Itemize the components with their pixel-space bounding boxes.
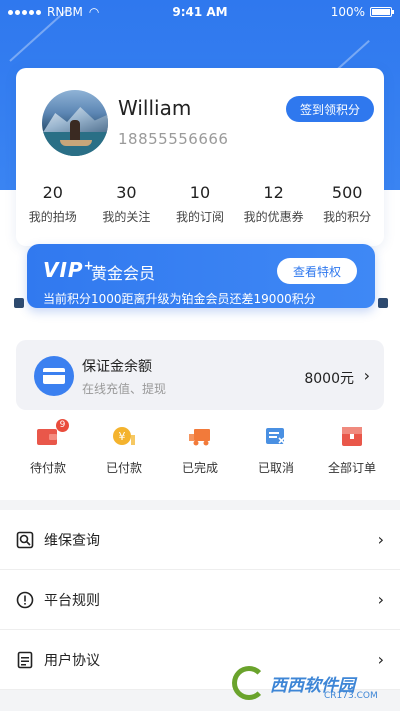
order-label: 已完成 [181, 461, 218, 475]
avatar[interactable] [42, 90, 108, 156]
stat-follows[interactable]: 30 我的关注 [92, 183, 160, 225]
search-icon [16, 531, 34, 549]
stat-auctions[interactable]: 20 我的拍场 [19, 183, 87, 225]
deposit-amount: 8000元 [304, 371, 354, 387]
profile-card: William 18855556666 签到领积分 20 我的拍场 30 我的关… [16, 68, 384, 246]
yen-coin-icon: ¥ [111, 425, 137, 447]
status-bar: RNBM ◠ 9:41 AM 100% [0, 0, 400, 24]
menu-label: 维保查询 [44, 532, 100, 549]
stat-value: 12 [263, 183, 284, 202]
vip-card[interactable]: VIP+ 黄金会员 查看特权 当前积分1000距离升级为铂金会员还差19000积… [27, 244, 375, 308]
stat-value: 10 [189, 183, 211, 202]
signal-icon [8, 9, 41, 15]
clock: 9:41 AM [172, 5, 228, 19]
battery-icon [370, 7, 394, 17]
order-label: 已取消 [257, 461, 294, 475]
menu-item-warranty-lookup[interactable]: 维保查询 › [0, 510, 400, 570]
pending-count-badge: 9 [56, 419, 69, 432]
stat-label: 我的积分 [323, 210, 372, 224]
checkin-button[interactable]: 签到领积分 [286, 96, 374, 122]
svg-text:¥: ¥ [119, 430, 126, 443]
vip-ribbon-right [378, 298, 388, 308]
watermark-sub: CR173.COM [324, 691, 378, 701]
order-completed[interactable]: 已完成 [166, 425, 234, 476]
battery-percent: 100% [330, 5, 365, 19]
order-status-row: 9 待付款 ¥ 已付款 已完成 已取消 全部订单 [0, 419, 400, 476]
deposit-title: 保证金余额 [82, 359, 152, 375]
stat-label: 我的优惠券 [243, 210, 304, 224]
chevron-right-icon: › [377, 590, 384, 609]
all-orders-icon [339, 425, 365, 447]
vip-progress-text: 当前积分1000距离升级为铂金会员还差19000积分 [43, 292, 316, 306]
stat-coupons[interactable]: 12 我的优惠券 [240, 183, 308, 225]
menu-label: 平台规则 [44, 592, 100, 609]
menu-item-platform-rules[interactable]: 平台规则 › [0, 570, 400, 630]
wifi-icon: ◠ [88, 5, 100, 19]
order-label: 已付款 [105, 461, 142, 475]
vip-level: 黄金会员 [91, 264, 156, 283]
vip-logo-text: VIP [43, 258, 84, 282]
stat-label: 我的订阅 [175, 210, 224, 224]
info-icon [16, 591, 34, 609]
deposit-balance-card[interactable]: 保证金余额 在线充值、提现 8000元 › [16, 340, 384, 410]
stat-subscriptions[interactable]: 10 我的订阅 [166, 183, 234, 225]
user-phone: 18855556666 [118, 130, 229, 148]
watermark-logo: 西西软件园 CR173.COM [232, 663, 384, 703]
vip-ribbon-left [14, 298, 24, 308]
document-icon [16, 651, 34, 669]
card-icon [34, 356, 74, 396]
stat-value: 20 [42, 183, 63, 202]
order-pending-payment[interactable]: 9 待付款 [14, 419, 82, 476]
user-name: William [118, 96, 192, 120]
order-label: 待付款 [29, 461, 66, 475]
order-label: 全部订单 [327, 461, 376, 475]
order-paid[interactable]: ¥ 已付款 [90, 425, 158, 476]
chevron-right-icon: › [377, 530, 384, 549]
cancel-order-icon [263, 425, 289, 447]
carrier-label: RNBM [47, 5, 83, 19]
truck-icon [187, 425, 213, 447]
order-cancelled[interactable]: 已取消 [242, 425, 310, 476]
watermark-c-icon [232, 666, 266, 700]
stats-row: 20 我的拍场 30 我的关注 10 我的订阅 12 我的优惠券 500 我的积… [16, 183, 384, 225]
vip-logo: VIP+ [43, 258, 95, 282]
stat-points[interactable]: 500 我的积分 [313, 183, 381, 225]
chevron-right-icon: › [363, 366, 370, 385]
view-privileges-button[interactable]: 查看特权 [277, 258, 357, 284]
deposit-subtitle: 在线充值、提现 [82, 382, 167, 396]
stat-value: 30 [116, 183, 137, 202]
stat-label: 我的关注 [102, 210, 151, 224]
order-all[interactable]: 全部订单 [318, 425, 386, 476]
stat-label: 我的拍场 [28, 210, 77, 224]
stat-value: 500 [331, 183, 363, 202]
